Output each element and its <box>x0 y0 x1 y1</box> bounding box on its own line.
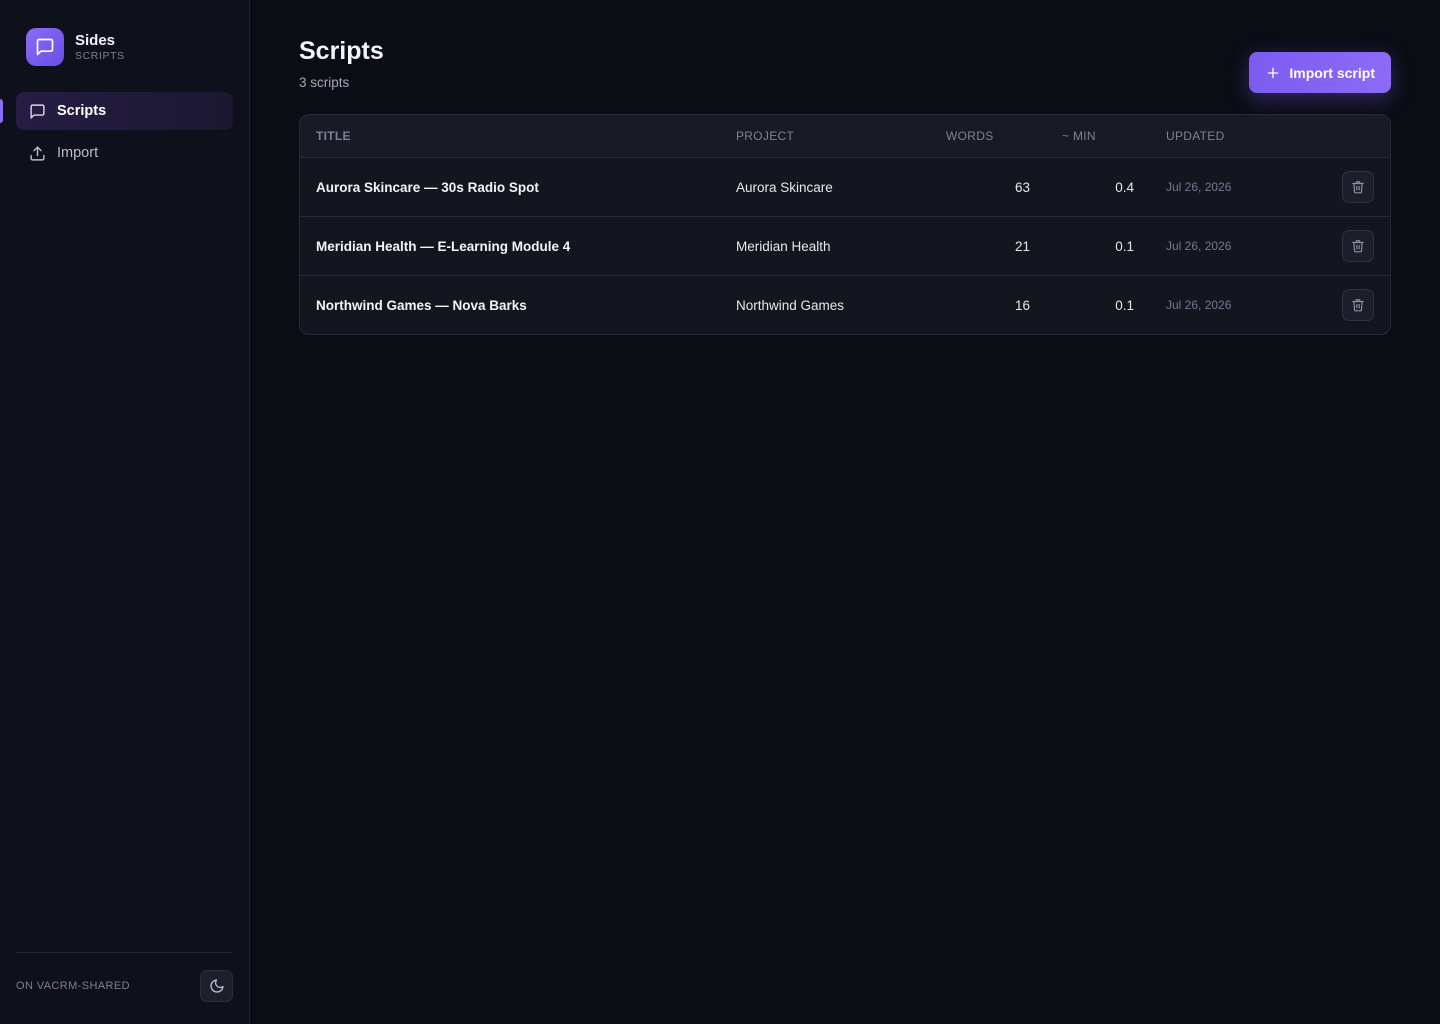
script-words: 16 <box>1014 297 1030 313</box>
delete-script-button[interactable] <box>1342 230 1374 262</box>
column-header-project[interactable]: PROJECT <box>736 129 946 143</box>
table-row[interactable]: Northwind Games — Nova Barks Northwind G… <box>300 275 1390 334</box>
script-count: 3 scripts <box>299 75 350 90</box>
script-minutes: 0.4 <box>1115 179 1134 195</box>
script-project: Northwind Games <box>736 297 845 313</box>
moon-icon <box>209 979 224 993</box>
sidebar-item-label: Scripts <box>57 103 107 119</box>
scripts-table: TITLE PROJECT WORDS ~ MIN UPDATED Aurora… <box>299 114 1391 335</box>
script-updated: Jul 26, 2026 <box>1166 298 1232 312</box>
page-heading: Scripts 3 scripts <box>299 36 384 90</box>
sidebar-nav: Scripts Import <box>0 92 233 172</box>
delete-script-button[interactable] <box>1342 171 1374 203</box>
row-actions <box>1310 289 1390 321</box>
plus-icon <box>1268 67 1279 78</box>
script-words: 63 <box>1014 179 1030 195</box>
trash-icon <box>1352 240 1364 253</box>
script-project: Meridian Health <box>736 238 831 254</box>
main-content: Scripts 3 scripts Import script TITLE PR… <box>250 0 1440 1024</box>
trash-icon <box>1352 299 1364 312</box>
sidebar: Sides SCRIPTS Scripts Import ON VACRM-SH… <box>0 0 250 1024</box>
brand-subtitle: SCRIPTS <box>75 49 125 62</box>
brand: Sides SCRIPTS <box>26 28 233 66</box>
message-square-icon <box>28 102 46 120</box>
script-minutes: 0.1 <box>1115 238 1134 254</box>
sidebar-item-import[interactable]: Import <box>16 134 233 172</box>
script-updated: Jul 26, 2026 <box>1166 180 1232 194</box>
theme-toggle-button[interactable] <box>200 970 233 1002</box>
column-header-words[interactable]: WORDS <box>946 129 1030 143</box>
row-actions <box>1310 171 1390 203</box>
script-minutes: 0.1 <box>1115 297 1134 313</box>
table-row[interactable]: Meridian Health — E-Learning Module 4 Me… <box>300 216 1390 275</box>
trash-icon <box>1352 181 1364 194</box>
script-updated: Jul 26, 2026 <box>1166 239 1232 253</box>
table-row[interactable]: Aurora Skincare — 30s Radio Spot Aurora … <box>300 157 1390 216</box>
delete-script-button[interactable] <box>1342 289 1374 321</box>
column-header-updated[interactable]: UPDATED <box>1134 129 1310 143</box>
sidebar-item-scripts[interactable]: Scripts <box>0 92 233 130</box>
script-words: 21 <box>1014 238 1030 254</box>
app-shell: Sides SCRIPTS Scripts Import ON VACRM-SH… <box>0 0 1440 1024</box>
message-square-icon <box>36 38 54 56</box>
page-title: Scripts <box>299 37 384 65</box>
upload-icon <box>28 144 46 162</box>
import-script-label: Import script <box>1289 64 1375 81</box>
script-project: Aurora Skincare <box>736 179 833 195</box>
script-title[interactable]: Northwind Games — Nova Barks <box>300 298 736 313</box>
script-title[interactable]: Meridian Health — E-Learning Module 4 <box>300 239 736 254</box>
sidebar-item-label: Import <box>57 145 99 161</box>
workspace-label: ON VACRM-SHARED <box>16 980 130 992</box>
column-header-title[interactable]: TITLE <box>300 129 736 143</box>
column-header-min[interactable]: ~ MIN <box>1030 129 1134 143</box>
brand-logo <box>26 28 64 66</box>
script-title[interactable]: Aurora Skincare — 30s Radio Spot <box>300 180 736 195</box>
row-actions <box>1310 230 1390 262</box>
sidebar-footer: ON VACRM-SHARED <box>16 952 233 1002</box>
table-header-row: TITLE PROJECT WORDS ~ MIN UPDATED <box>300 115 1390 157</box>
page-header: Scripts 3 scripts Import script <box>299 36 1391 93</box>
brand-text: Sides SCRIPTS <box>75 32 125 63</box>
import-script-button[interactable]: Import script <box>1249 52 1391 93</box>
brand-name: Sides <box>75 31 116 49</box>
